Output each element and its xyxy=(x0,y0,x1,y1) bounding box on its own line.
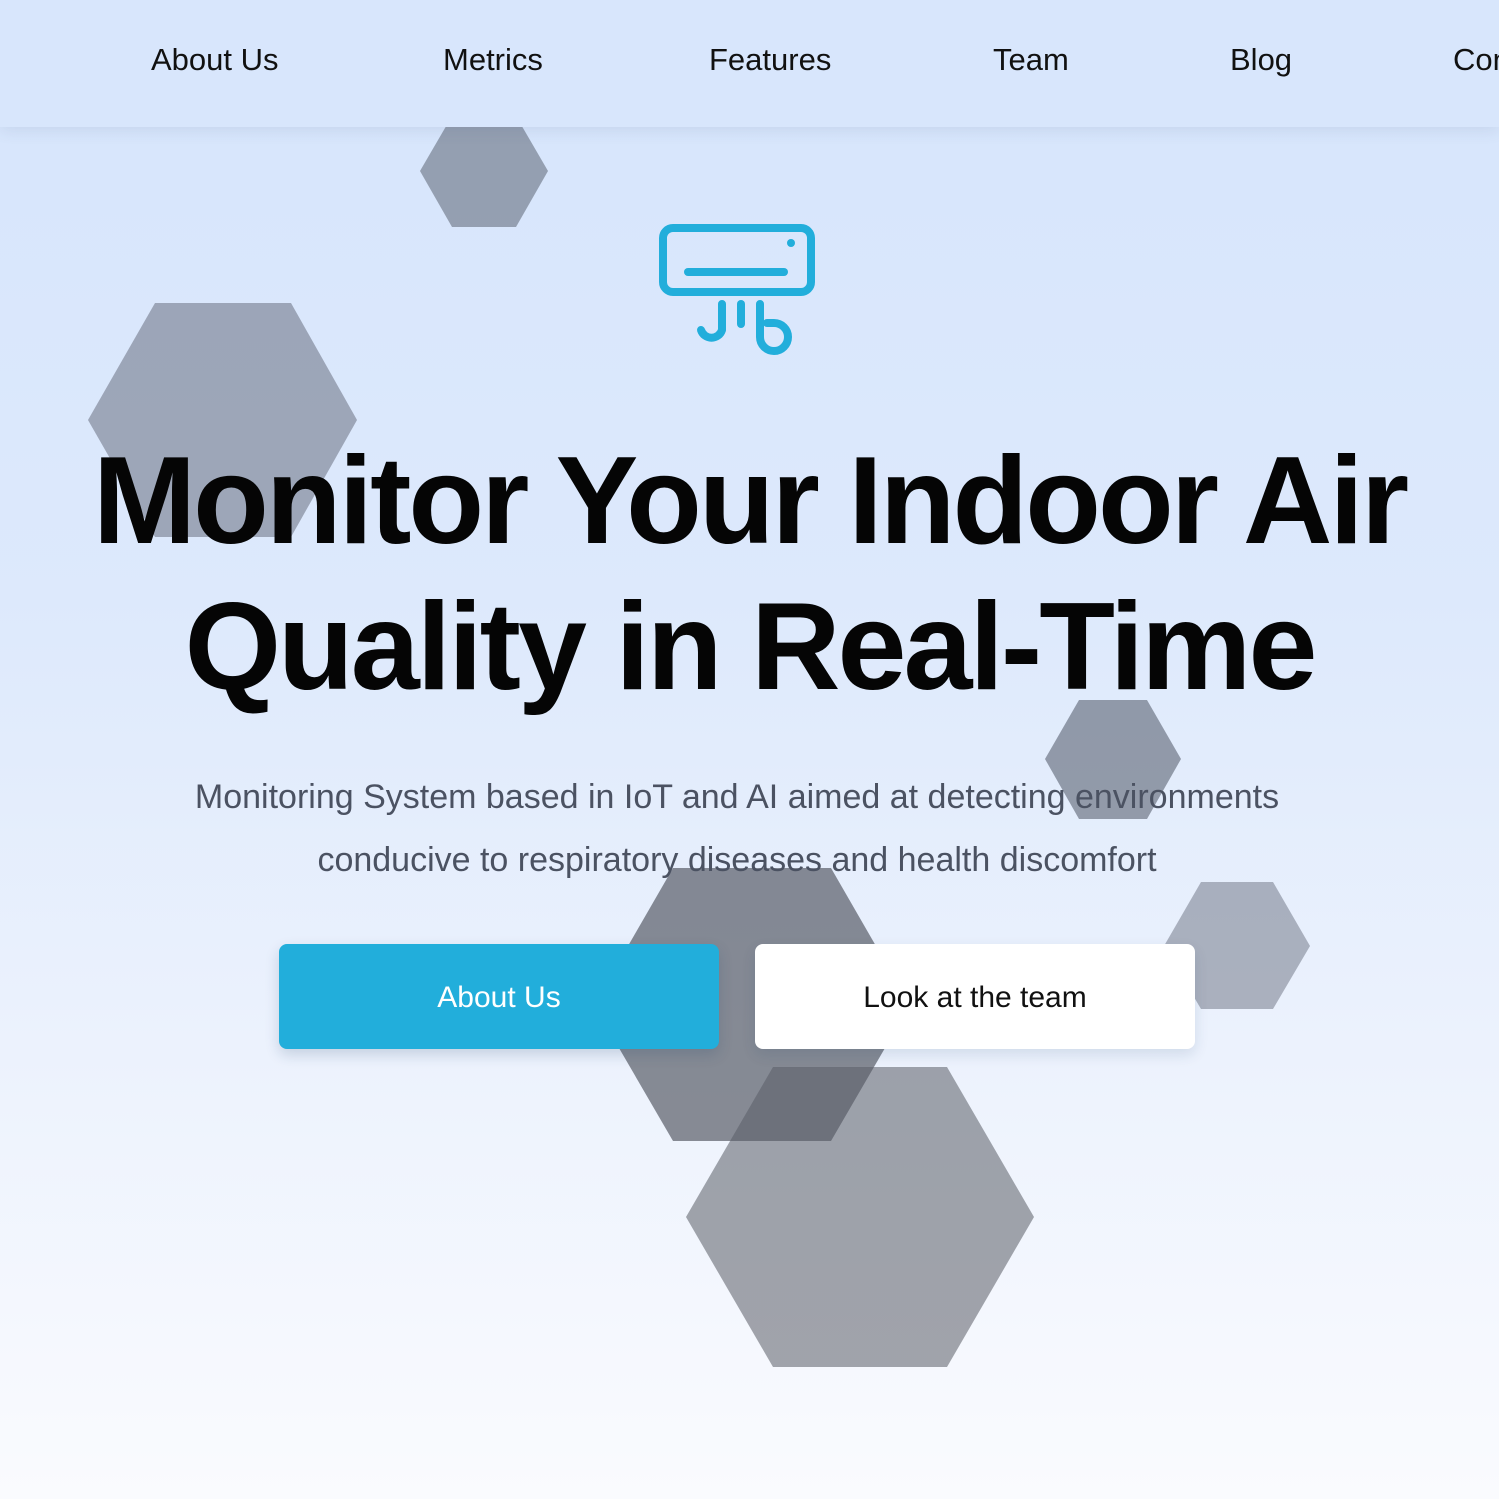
nav-link-team[interactable]: Team xyxy=(993,40,1069,80)
nav-link-features[interactable]: Features xyxy=(709,40,831,80)
headline-line-1: Monitor Your Indoor Air xyxy=(92,432,1409,570)
hero-subtext: Monitoring System based in IoT and AI ai… xyxy=(100,766,1374,892)
hexagon-shape xyxy=(686,1067,1034,1367)
look-at-team-button[interactable]: Look at the team xyxy=(755,944,1195,1049)
nav-link-metrics[interactable]: Metrics xyxy=(443,40,543,80)
nav-link-blog[interactable]: Blog xyxy=(1230,40,1292,80)
subtext-line-1: Monitoring System based in IoT and AI ai… xyxy=(194,778,1280,816)
top-navigation: About Us Metrics Features Team Blog Con xyxy=(0,0,1499,127)
headline-line-2: Quality in Real-Time xyxy=(184,578,1318,716)
air-conditioner-icon xyxy=(657,222,817,362)
nav-link-contact[interactable]: Con xyxy=(1453,40,1499,80)
nav-link-about-us[interactable]: About Us xyxy=(151,40,279,80)
hexagon-shape xyxy=(420,116,548,227)
about-us-button[interactable]: About Us xyxy=(279,944,719,1049)
hero-headline: Monitor Your Indoor Air Quality in Real-… xyxy=(0,428,1499,720)
subtext-line-2: conducive to respiratory diseases and he… xyxy=(317,841,1157,879)
